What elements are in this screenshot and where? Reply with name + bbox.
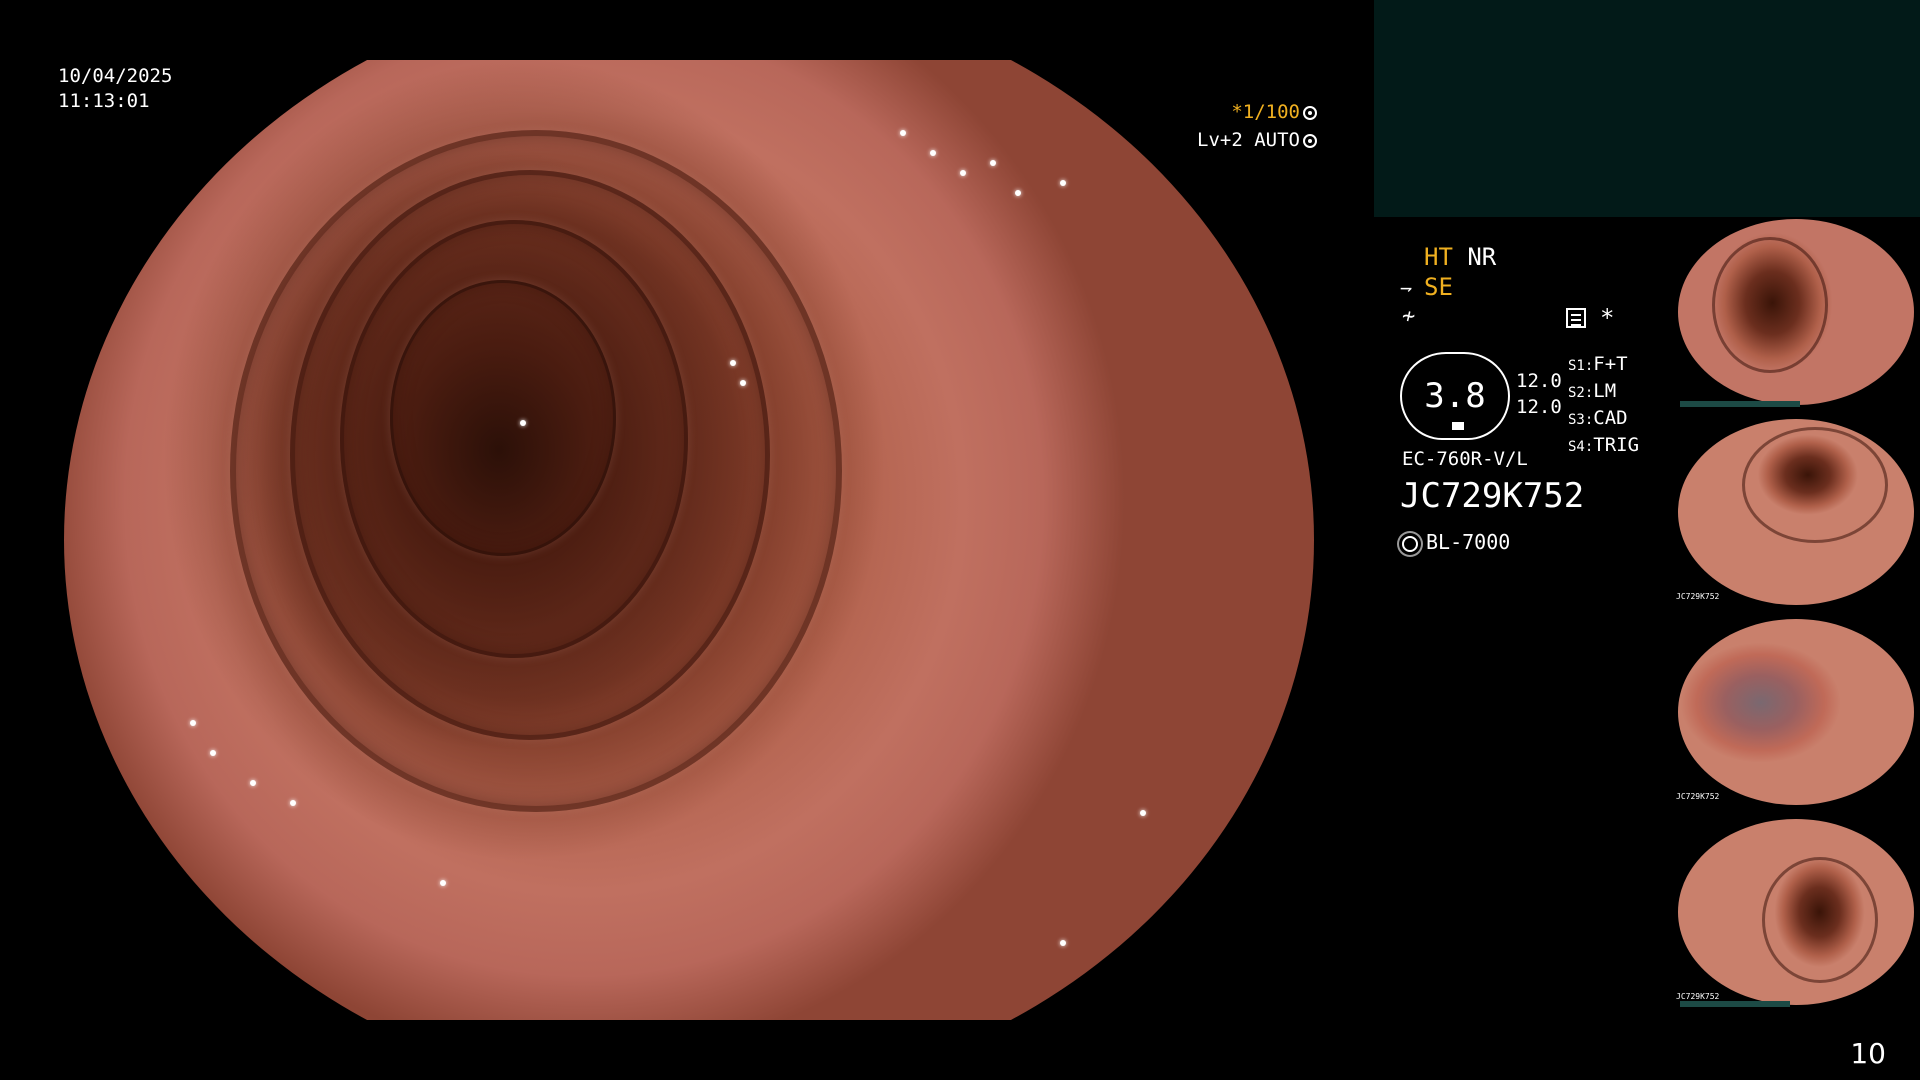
thumbnail[interactable]: JC729K752	[1672, 817, 1920, 1007]
slot-row: S2:LM	[1568, 380, 1617, 402]
light-source: BL-7000	[1402, 530, 1510, 554]
thumbnail-label: JC729K752	[1676, 992, 1720, 1001]
aperture-icon	[1303, 105, 1317, 120]
switch-assignments: S1:F+T S2:LM S3:CAD S4:TRIG	[1568, 352, 1639, 460]
highlight	[440, 880, 446, 886]
thumbnail-label: JC729K752	[1676, 592, 1720, 601]
scope-model: EC-760R-V/L	[1402, 448, 1528, 470]
thumbnail[interactable]: JC729K752	[1672, 617, 1920, 807]
fold-ring	[1712, 237, 1828, 373]
brightness-level: Lv+2 AUTO	[1197, 129, 1300, 151]
gauge-value: 3.8	[1424, 376, 1486, 416]
thumbnail-image	[1678, 619, 1914, 805]
highlight	[190, 720, 196, 726]
iris-icon	[1303, 133, 1317, 148]
light-icon	[1402, 535, 1418, 552]
light-source-label: BL-7000	[1426, 530, 1511, 554]
date-time-overlay: 10/04/2025 11:13:01	[58, 64, 172, 114]
mode-nr: NR	[1467, 243, 1497, 271]
highlight	[1140, 810, 1146, 816]
num-top: 12.0	[1516, 370, 1562, 392]
mode-ht: HT	[1424, 243, 1453, 271]
highlight	[520, 420, 526, 426]
zoom-gauge: 3.8	[1400, 352, 1510, 440]
gauge-numbers: 12.0 12.0	[1516, 368, 1562, 420]
highlight	[1060, 940, 1066, 946]
scope-serial: JC729K752	[1400, 476, 1585, 516]
highlight	[930, 150, 936, 156]
highlight	[210, 750, 216, 756]
shutter-speed: *1/100	[1231, 101, 1300, 123]
memo-icon	[1566, 308, 1586, 328]
slot-row: S4:TRIG	[1568, 434, 1640, 456]
highlight	[960, 170, 966, 176]
date-text: 10/04/2025	[58, 65, 173, 87]
thumbnail-bar	[1680, 401, 1800, 407]
capture-marker: *	[1600, 304, 1615, 332]
highlight	[1060, 180, 1066, 186]
exposure-overlay: *1/100 Lv+2 AUTO	[1197, 98, 1317, 154]
highlight	[900, 130, 906, 136]
structure-enhance-icon: ⇁	[1400, 275, 1413, 299]
highlight	[730, 360, 736, 366]
highlight	[990, 160, 996, 166]
settings-panel: HT NR ⇁ SE ≁ * 3.8 12.0 12.0 S1:F+T S2:LM…	[1400, 240, 1670, 580]
info-box	[1374, 0, 1920, 217]
num-bottom: 12.0	[1516, 396, 1562, 418]
endoscope-main-view	[60, 60, 1315, 1020]
time-text: 11:13:01	[58, 90, 150, 112]
fold-ring	[1762, 857, 1878, 983]
thumbnail[interactable]: JC729K752	[1672, 417, 1920, 607]
highlight	[740, 380, 746, 386]
mode-se: SE	[1424, 273, 1453, 301]
mucosal-fold	[390, 280, 616, 556]
thumbnail-bar	[1680, 1001, 1790, 1007]
slot-row: S1:F+T	[1568, 353, 1628, 375]
thumbnail[interactable]	[1672, 217, 1920, 407]
image-modes: HT NR ⇁ SE	[1400, 242, 1497, 302]
highlight	[250, 780, 256, 786]
gauge-marker-icon	[1452, 422, 1464, 430]
slot-row: S3:CAD	[1568, 407, 1628, 429]
highlight	[290, 800, 296, 806]
freeze-icon: ≁	[1402, 304, 1416, 329]
fold-ring	[1742, 427, 1888, 543]
thumbnail-label: JC729K752	[1676, 792, 1720, 801]
page-number: 10	[1850, 1037, 1886, 1070]
highlight	[1015, 190, 1021, 196]
